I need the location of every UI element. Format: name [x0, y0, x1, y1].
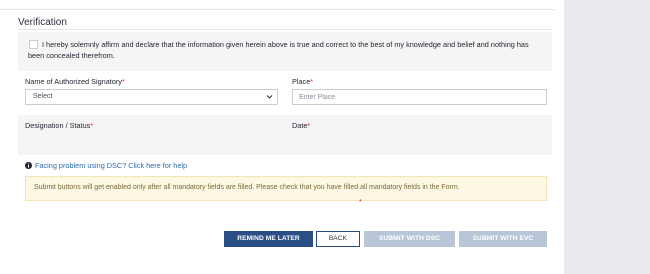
- place-input[interactable]: [292, 89, 547, 105]
- date-label: Date*: [292, 121, 310, 130]
- signatory-label: Name of Authorized Signatory*: [25, 77, 125, 86]
- verification-panel: Verification I hereby solemnly affirm an…: [0, 0, 564, 274]
- designation-label-text: Designation / Status: [25, 121, 91, 130]
- required-mark: *: [310, 77, 314, 86]
- designation-label: Designation / Status*: [25, 121, 93, 130]
- required-mark: *: [359, 199, 362, 206]
- required-mark: *: [307, 121, 311, 130]
- top-divider: [0, 0, 556, 10]
- section-title: Verification: [18, 17, 67, 28]
- signatory-select-value: Select: [33, 93, 53, 100]
- info-circle-icon: [25, 162, 32, 169]
- place-label-text: Place: [292, 77, 311, 86]
- declaration-text: I hereby solemnly affirm and declare tha…: [28, 40, 529, 60]
- page-background-gutter: [564, 0, 650, 274]
- notice-text: Submit buttons will get enabled only aft…: [34, 184, 460, 191]
- date-label-text: Date: [292, 121, 308, 130]
- submit-with-dsc-button[interactable]: SUBMIT WITH DSC: [364, 231, 455, 247]
- remind-me-later-button[interactable]: REMIND ME LATER: [224, 231, 313, 247]
- title-divider: [18, 29, 552, 30]
- signatory-label-text: Name of Authorized Signatory: [25, 77, 122, 86]
- signatory-select[interactable]: Select: [25, 89, 278, 105]
- mandatory-fields-notice: Submit buttons will get enabled only aft…: [25, 176, 547, 201]
- declaration-box: I hereby solemnly affirm and declare tha…: [18, 32, 552, 71]
- page: Verification I hereby solemnly affirm an…: [0, 0, 650, 274]
- required-mark: *: [90, 121, 94, 130]
- submit-with-evc-button[interactable]: SUBMIT WITH EVC: [459, 231, 547, 247]
- dsc-help-link[interactable]: Facing problem using DSC? Click here for…: [25, 161, 187, 170]
- designation-date-band: [18, 115, 552, 155]
- dsc-help-link-text: Facing problem using DSC? Click here for…: [35, 161, 188, 170]
- required-mark: *: [121, 77, 125, 86]
- back-button[interactable]: BACK: [316, 231, 360, 247]
- place-label: Place*: [292, 77, 313, 86]
- chevron-down-icon: [266, 95, 273, 99]
